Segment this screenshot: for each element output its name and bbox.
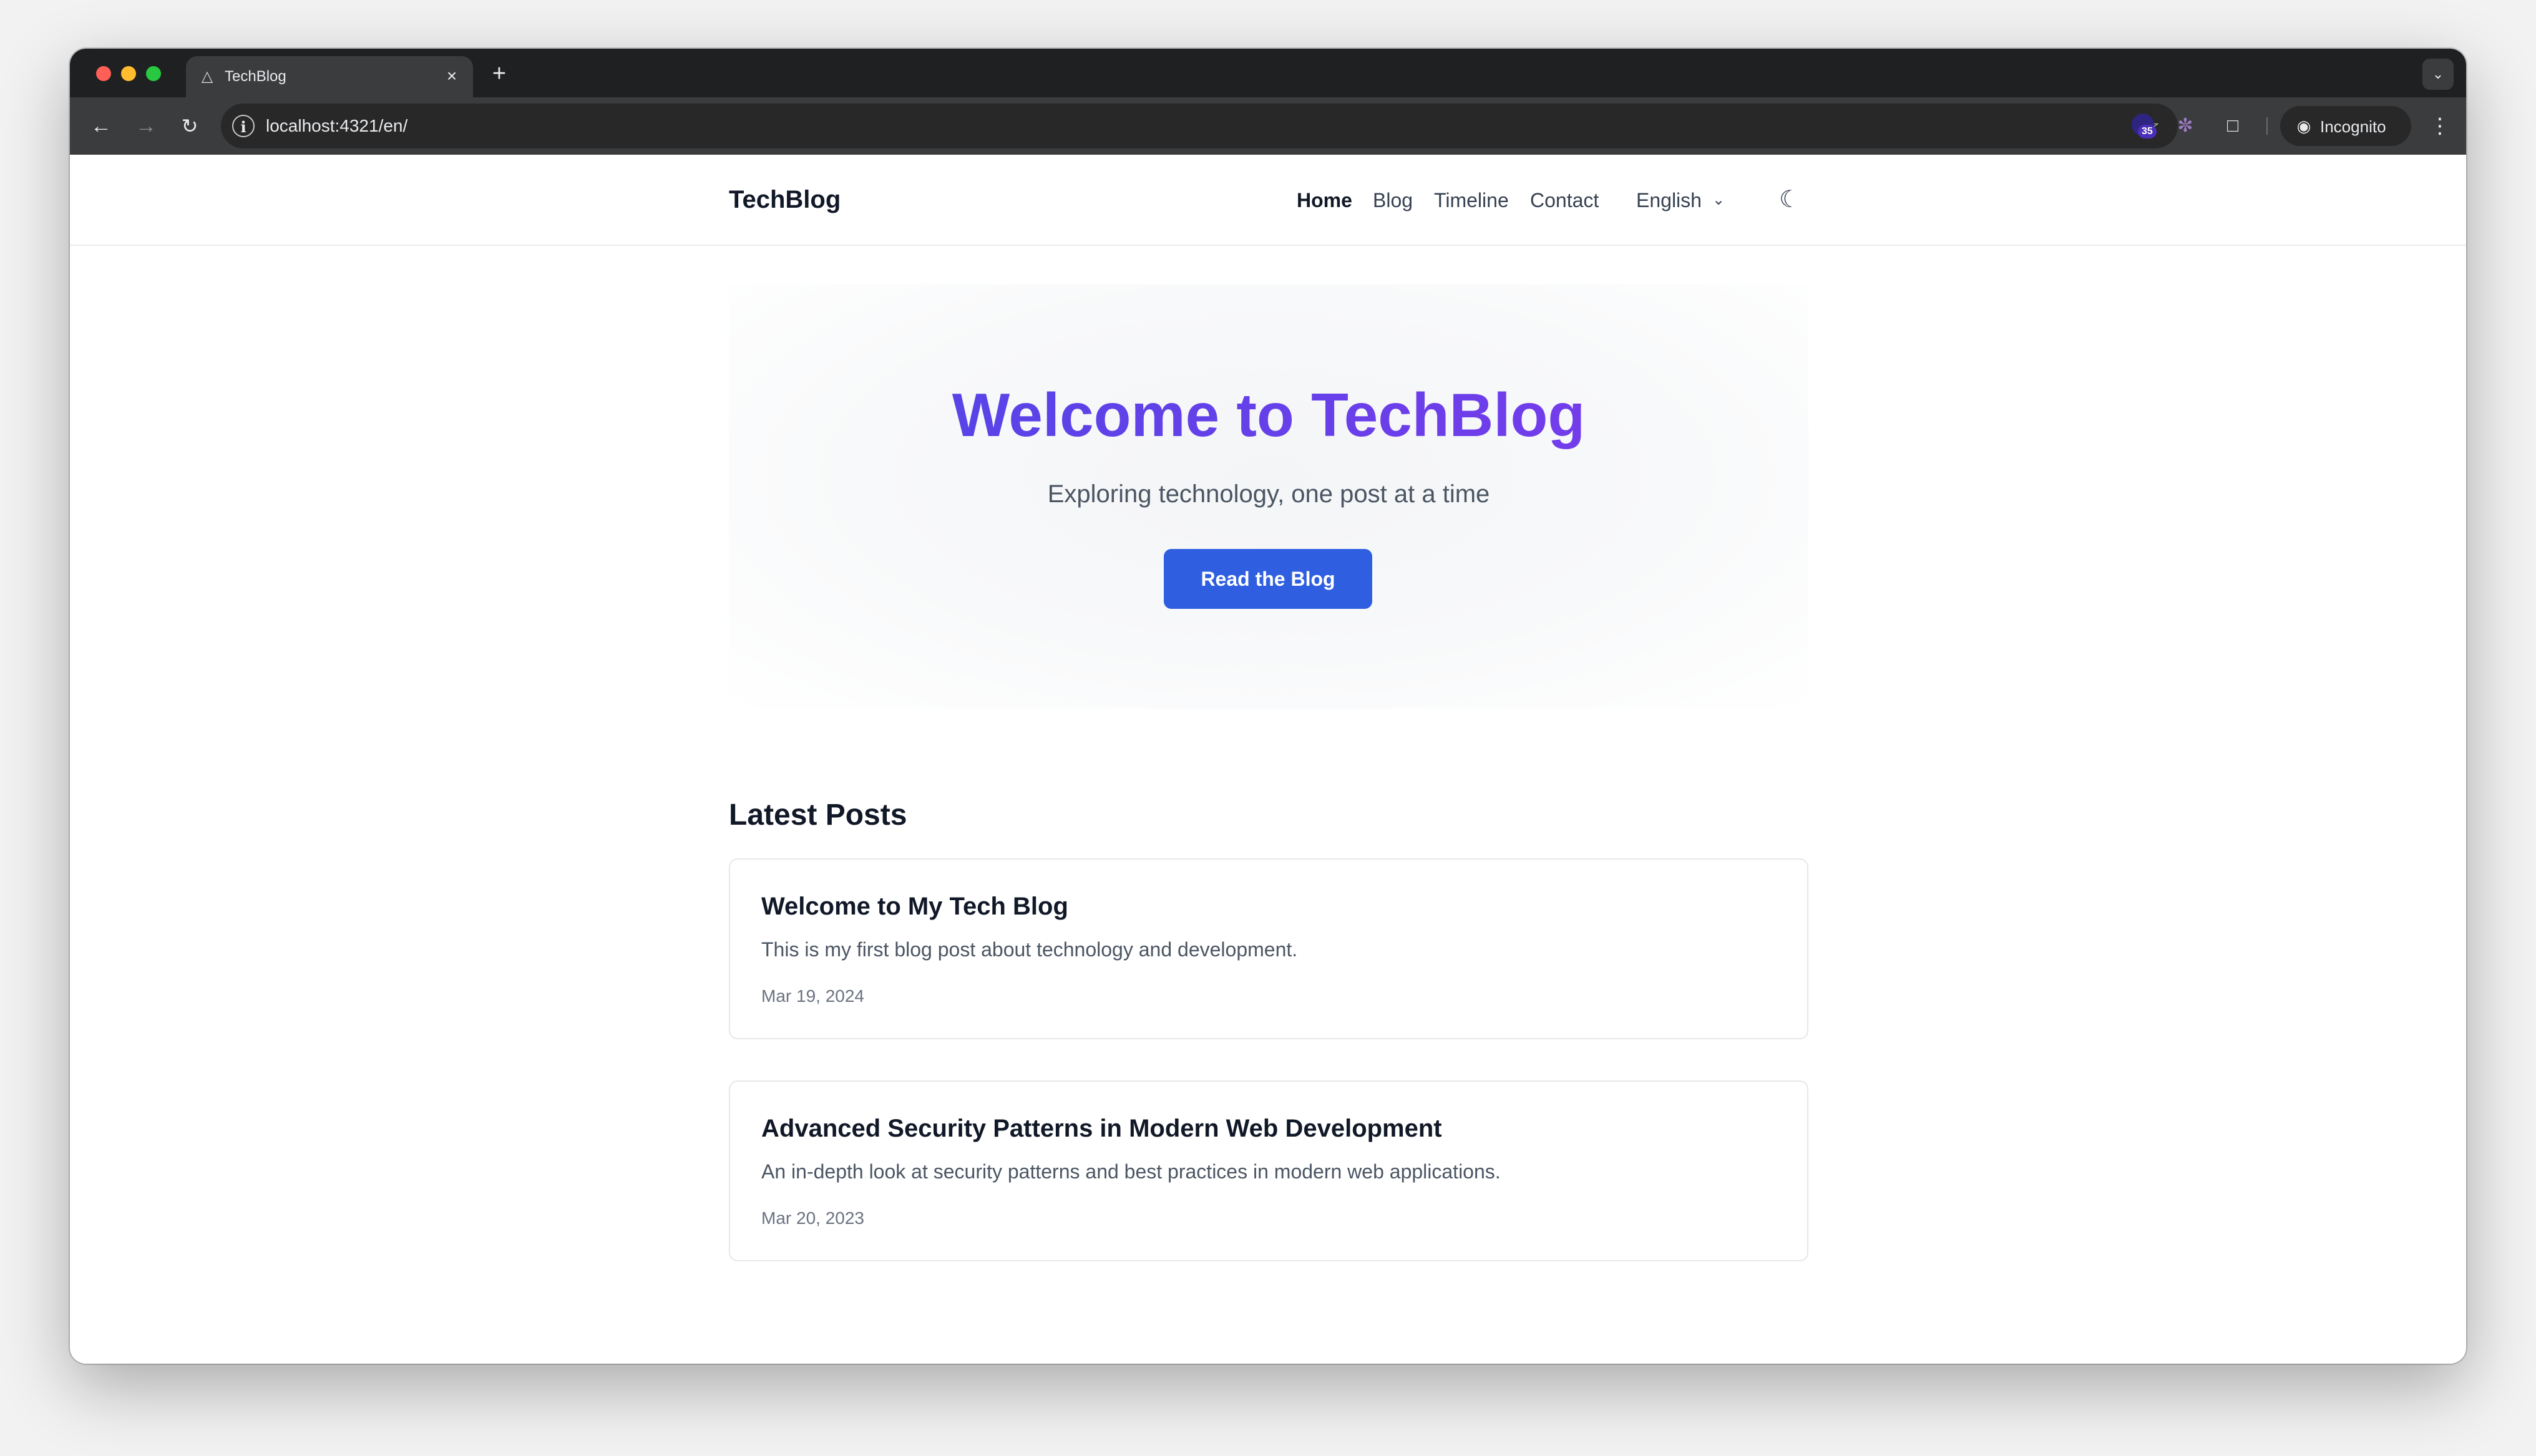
nav-contact-link[interactable]: Contact	[1530, 188, 1599, 212]
hero-subtitle: Exploring technology, one post at a time	[1047, 480, 1490, 508]
post-date: Mar 20, 2023	[761, 1208, 864, 1228]
window-minimize-button[interactable]	[121, 66, 136, 81]
extension-swirl-icon[interactable]: ✼	[2172, 112, 2199, 140]
tab-strip: △ TechBlog × + ⌄	[70, 49, 2466, 97]
window-close-button[interactable]	[96, 66, 111, 81]
post-description: This is my first blog post about technol…	[761, 938, 1298, 961]
post-title[interactable]: Advanced Security Patterns in Modern Web…	[761, 1113, 1442, 1144]
post-title[interactable]: Welcome to My Tech Blog	[761, 891, 1068, 922]
nav-timeline-link[interactable]: Timeline	[1434, 188, 1509, 212]
post-card[interactable]: Welcome to My Tech Blog This is my first…	[729, 858, 1808, 1039]
moon-icon[interactable]: ☾	[1773, 183, 1806, 216]
puzzle-icon[interactable]: □	[2219, 112, 2246, 140]
tab-close-icon[interactable]: ×	[442, 66, 462, 86]
browser-toolbar: ← → ↻ i localhost:4321/en/ ☆ 35 ✼ □ ◉ In…	[70, 97, 2466, 155]
nav-blog-link[interactable]: Blog	[1373, 188, 1413, 212]
chevron-down-icon[interactable]: ⌄	[1710, 188, 1727, 212]
back-button[interactable]: ←	[86, 111, 116, 141]
toolbar-divider	[2266, 117, 2268, 135]
rocket-favicon-icon: △	[201, 68, 213, 85]
browser-window: △ TechBlog × + ⌄ ← → ↻ i localhost:4321/…	[70, 49, 2466, 1364]
language-select[interactable]: English	[1636, 188, 1702, 212]
site-logo[interactable]: TechBlog	[729, 185, 841, 215]
incognito-icon: ◉	[2296, 117, 2311, 135]
new-tab-button[interactable]: +	[487, 61, 512, 86]
tab-search-button[interactable]: ⌄	[2422, 59, 2454, 90]
extension-badge: 35	[2138, 125, 2157, 138]
site-header: TechBlog Home Blog Timeline Contact Engl…	[70, 155, 2466, 246]
tab-title: TechBlog	[225, 68, 286, 85]
extension-button[interactable]: 35	[2130, 112, 2158, 140]
page-viewport: TechBlog Home Blog Timeline Contact Engl…	[70, 155, 2466, 1364]
url-text[interactable]: localhost:4321/en/	[266, 116, 407, 136]
forward-button[interactable]: →	[131, 111, 161, 141]
post-date: Mar 19, 2024	[761, 986, 864, 1006]
incognito-label: Incognito	[2320, 117, 2386, 136]
address-bar[interactable]: i localhost:4321/en/ ☆	[221, 104, 2178, 148]
post-description: An in-depth look at security patterns an…	[761, 1160, 1501, 1183]
post-card[interactable]: Advanced Security Patterns in Modern Web…	[729, 1080, 1808, 1261]
incognito-indicator[interactable]: ◉ Incognito	[2280, 106, 2411, 146]
kebab-menu-icon[interactable]: ⋮	[2427, 111, 2452, 141]
read-the-blog-button[interactable]: Read the Blog	[1164, 549, 1372, 609]
reload-button[interactable]: ↻	[175, 111, 205, 141]
window-zoom-button[interactable]	[146, 66, 161, 81]
hero-title: Welcome to TechBlog	[729, 379, 1808, 450]
hero-section: Welcome to TechBlog Exploring technology…	[729, 284, 1808, 709]
browser-tab[interactable]: △ TechBlog ×	[186, 56, 473, 97]
latest-posts-heading: Latest Posts	[729, 798, 907, 832]
nav-home-link[interactable]: Home	[1297, 188, 1352, 212]
info-icon[interactable]: i	[232, 115, 255, 137]
